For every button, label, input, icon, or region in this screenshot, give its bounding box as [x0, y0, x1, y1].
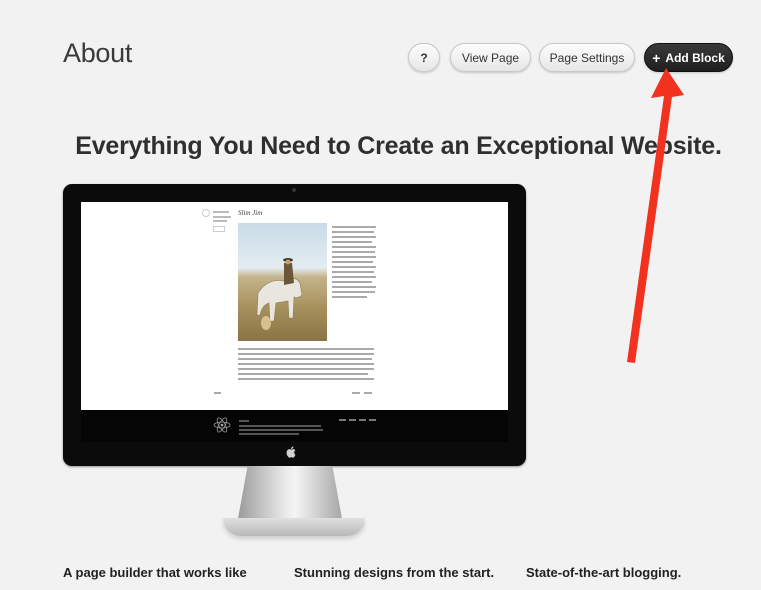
preview-footer-line — [239, 433, 299, 435]
preview-text-line — [332, 246, 376, 248]
add-block-button[interactable]: + Add Block — [644, 43, 733, 72]
preview-text-line — [238, 373, 368, 375]
hero-headline: Everything You Need to Create an Excepti… — [75, 132, 722, 160]
preview-text-line — [332, 241, 372, 243]
preview-sidebar-line — [213, 220, 227, 222]
add-block-label: Add Block — [665, 50, 725, 65]
monitor-stand-base — [223, 518, 365, 536]
preview-text-line — [332, 266, 376, 268]
preview-text-line — [332, 296, 367, 298]
preview-sidebar-dot — [202, 209, 210, 217]
feature-designs: Stunning designs from the start. — [294, 565, 495, 580]
preview-nav-next — [352, 392, 360, 394]
preview-text-line — [238, 358, 372, 360]
preview-text-line — [238, 363, 374, 365]
preview-text-line — [332, 281, 372, 283]
preview-text-line — [332, 291, 375, 293]
arrow-shape — [627, 68, 684, 363]
preview-text-line — [238, 348, 374, 350]
view-page-button[interactable]: View Page — [450, 43, 531, 72]
preview-footer-link — [359, 419, 366, 421]
preview-footer-link — [369, 419, 376, 421]
help-button[interactable]: ? — [408, 43, 440, 72]
preview-footer-line — [239, 425, 321, 427]
preview-text-line — [332, 276, 376, 278]
atom-logo-icon — [213, 417, 231, 433]
preview-post-title: Slim Jim — [238, 209, 263, 217]
monitor-camera — [292, 188, 296, 192]
preview-sidebar-line — [213, 211, 229, 213]
preview-photo — [238, 223, 327, 341]
preview-sidebar-line — [213, 216, 231, 218]
preview-footer-link — [339, 419, 346, 421]
page-title: About — [63, 38, 133, 68]
preview-text-line — [238, 353, 374, 355]
preview-footer-link — [349, 419, 356, 421]
monitor-stand — [237, 466, 343, 524]
preview-nav-prev — [214, 392, 221, 394]
preview-footer — [81, 410, 508, 442]
preview-text-line — [332, 226, 376, 228]
apple-logo-icon — [286, 446, 296, 458]
feature-page-builder: A page builder that works like — [63, 565, 247, 580]
preview-sidebar-button — [213, 226, 225, 232]
feature-blogging: State-of-the-art blogging. — [526, 565, 682, 580]
preview-text-line — [332, 261, 373, 263]
preview-footer-line — [239, 420, 249, 422]
preview-text-line — [332, 251, 375, 253]
horse-rider-photo — [256, 258, 303, 330]
preview-text-line — [332, 256, 376, 258]
preview-text-line — [332, 286, 376, 288]
preview-text-line — [238, 378, 374, 380]
page-settings-button[interactable]: Page Settings — [539, 43, 635, 72]
preview-text-line — [332, 231, 374, 233]
monitor-illustration: Slim Jim — [63, 184, 526, 466]
website-preview-screen: Slim Jim — [81, 202, 508, 442]
preview-nav-next — [364, 392, 372, 394]
plus-icon: + — [652, 49, 661, 66]
preview-text-line — [238, 368, 374, 370]
preview-text-line — [332, 271, 374, 273]
preview-text-line — [332, 236, 376, 238]
preview-footer-line — [239, 429, 323, 431]
